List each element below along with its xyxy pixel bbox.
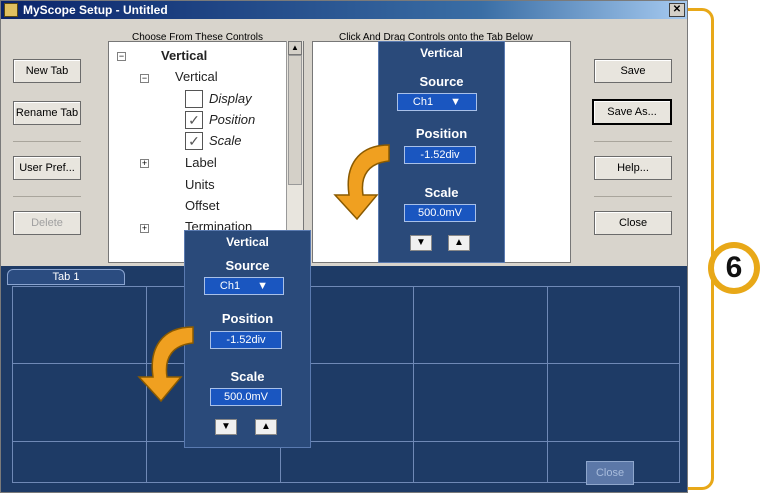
help-button[interactable]: Help... xyxy=(594,156,672,180)
source-label: Source xyxy=(419,74,464,89)
scroll-up-icon[interactable]: ▲ xyxy=(288,41,302,55)
save-as-button[interactable]: Save As... xyxy=(592,99,672,125)
close-window-button[interactable]: ✕ xyxy=(669,3,685,17)
step-badge: 6 xyxy=(708,242,760,294)
grid-line xyxy=(547,287,548,482)
delete-button[interactable]: Delete xyxy=(13,211,81,235)
expand-icon[interactable]: + xyxy=(140,159,149,168)
right-separator-1 xyxy=(594,141,672,142)
new-tab-button[interactable]: New Tab xyxy=(13,59,81,83)
panel-title: Vertical xyxy=(226,235,269,249)
collapse-icon[interactable]: − xyxy=(140,74,149,83)
tree-item-vertical[interactable]: Vertical xyxy=(175,69,218,84)
checkbox-display[interactable] xyxy=(185,90,203,108)
app-icon xyxy=(4,3,18,17)
myscope-setup-window: MyScope Setup - Untitled ✕ Choose From T… xyxy=(0,0,688,493)
vertical-control-panel[interactable]: Vertical Source Ch1 ▼ Position -1.52div … xyxy=(378,41,505,263)
position-label: Position xyxy=(415,126,468,141)
save-button[interactable]: Save xyxy=(594,59,672,83)
tab-close-button[interactable]: Close xyxy=(586,461,634,485)
checkbox-position[interactable]: ✓ xyxy=(185,111,203,129)
scale-down-button[interactable]: ▼ xyxy=(410,235,432,251)
user-pref-button[interactable]: User Pref... xyxy=(13,156,81,180)
scroll-thumb[interactable] xyxy=(288,55,302,185)
tree-item-display[interactable]: Display xyxy=(209,91,252,106)
scale-label: Scale xyxy=(424,185,459,200)
position-field[interactable]: -1.52div xyxy=(404,146,476,164)
grid-line xyxy=(13,441,679,442)
dragged-vertical-panel[interactable]: Vertical Source Ch1 ▼ Position -1.52div … xyxy=(184,230,311,448)
drag-arrow-icon xyxy=(333,144,390,221)
scale-field[interactable]: 500.0mV xyxy=(210,388,282,406)
close-button[interactable]: Close xyxy=(594,211,672,235)
scale-field[interactable]: 500.0mV xyxy=(404,204,476,222)
panel-title: Vertical xyxy=(420,46,463,60)
collapse-icon[interactable]: − xyxy=(117,52,126,61)
tree-item-units[interactable]: Units xyxy=(185,177,215,192)
tab-1[interactable]: Tab 1 xyxy=(7,269,125,285)
grid-line xyxy=(13,363,679,364)
tab-grid xyxy=(12,286,680,483)
scale-label: Scale xyxy=(230,369,265,384)
callout-bracket xyxy=(688,8,714,490)
rename-tab-button[interactable]: Rename Tab xyxy=(13,101,81,125)
left-separator-1 xyxy=(13,141,81,142)
tree-item-scale[interactable]: Scale xyxy=(209,133,242,148)
source-value: Ch1 xyxy=(219,280,241,292)
tree-item-position[interactable]: Position xyxy=(209,112,255,127)
drag-arrow-icon xyxy=(137,326,194,403)
position-field[interactable]: -1.52div xyxy=(210,331,282,349)
scale-down-button[interactable]: ▼ xyxy=(215,419,237,435)
dropdown-icon: ▼ xyxy=(257,280,269,292)
tree-item-label[interactable]: Label xyxy=(185,155,217,170)
dropdown-icon: ▼ xyxy=(450,96,462,108)
checkbox-scale[interactable]: ✓ xyxy=(185,132,203,150)
step-number: 6 xyxy=(712,246,756,290)
source-label: Source xyxy=(225,258,270,273)
source-select[interactable]: Ch1 ▼ xyxy=(204,277,284,295)
tree-item-vertical-root[interactable]: Vertical xyxy=(161,48,207,63)
source-value: Ch1 xyxy=(412,96,434,108)
title-bar: MyScope Setup - Untitled ✕ xyxy=(1,1,687,19)
scale-up-button[interactable]: ▲ xyxy=(448,235,470,251)
tree-item-offset[interactable]: Offset xyxy=(185,198,219,213)
window-title: MyScope Setup - Untitled xyxy=(23,3,168,17)
grid-line xyxy=(413,287,414,482)
right-separator-2 xyxy=(594,196,672,197)
left-separator-2 xyxy=(13,196,81,197)
expand-icon[interactable]: + xyxy=(140,224,149,233)
position-label: Position xyxy=(221,311,274,326)
source-select[interactable]: Ch1 ▼ xyxy=(397,93,477,111)
scale-up-button[interactable]: ▲ xyxy=(255,419,277,435)
